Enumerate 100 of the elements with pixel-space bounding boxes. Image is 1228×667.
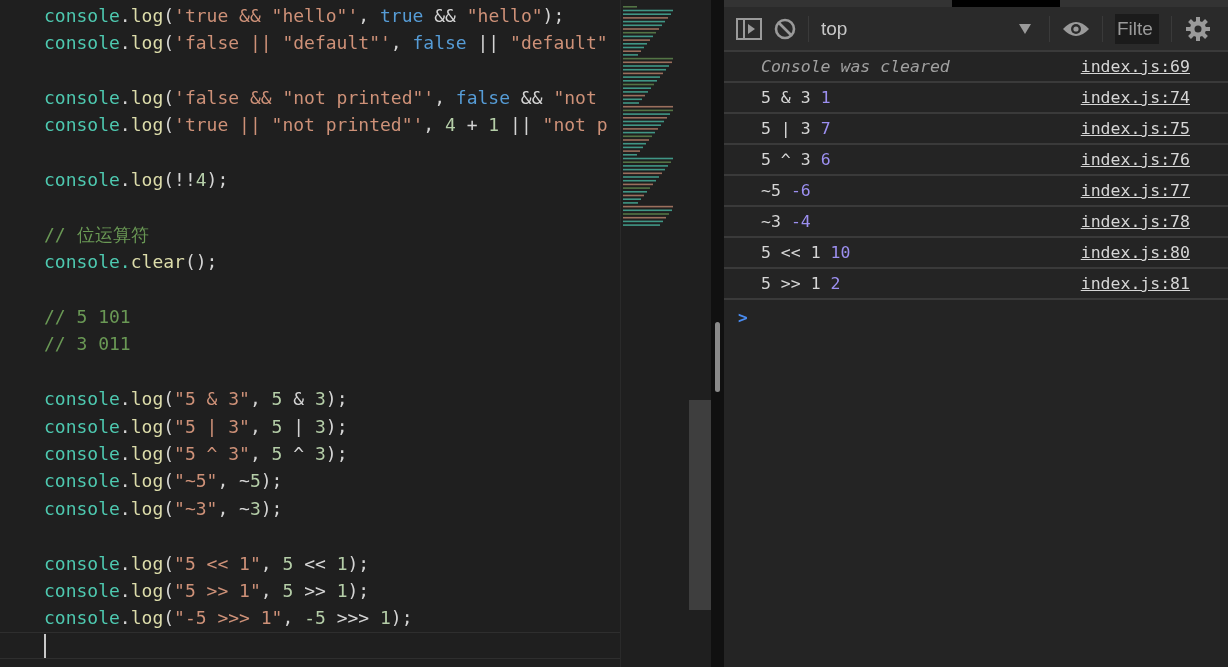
code-token: console xyxy=(44,607,120,630)
code-token: console xyxy=(44,497,120,520)
code-token: ^ xyxy=(292,442,306,465)
code-token: "not xyxy=(553,86,597,109)
code-token: // 位运算符 xyxy=(44,223,149,246)
code-token: + xyxy=(465,114,479,137)
console-value: 2 xyxy=(830,274,841,293)
code-token: log xyxy=(130,388,164,411)
code-token: console xyxy=(44,114,120,137)
eye-icon[interactable] xyxy=(1062,19,1090,38)
code-token: log xyxy=(130,415,164,438)
code-token: , ~ xyxy=(217,497,250,520)
code-token: . xyxy=(119,86,131,109)
scrollbar-thumb[interactable] xyxy=(689,400,711,610)
code-token: ( xyxy=(163,497,175,520)
console-message: Console was cleared xyxy=(761,57,950,76)
code-token: clear xyxy=(130,251,185,274)
code-token: log xyxy=(130,470,164,493)
source-link[interactable]: index.js:77 xyxy=(1080,181,1190,200)
code-token: | xyxy=(292,415,306,438)
console-message: 5 << 1 xyxy=(761,243,821,262)
code-token: . xyxy=(119,497,131,520)
code-token: , xyxy=(249,442,262,465)
filter-field[interactable]: Filte xyxy=(1115,13,1159,44)
code-token: , xyxy=(249,388,262,411)
code-token: << xyxy=(303,552,327,575)
code-token: ( xyxy=(163,4,175,27)
code-token: ( xyxy=(163,114,175,137)
code-token: ( xyxy=(163,579,175,602)
source-link[interactable]: index.js:74 xyxy=(1080,88,1190,107)
source-link[interactable]: index.js:81 xyxy=(1080,274,1190,293)
code-token: . xyxy=(119,169,131,192)
code-token: console. xyxy=(44,251,131,274)
code-token: console xyxy=(44,442,120,465)
code-token: log xyxy=(130,32,164,55)
code-token: (); xyxy=(184,251,218,274)
code-token: console xyxy=(44,579,120,602)
source-link[interactable]: index.js:76 xyxy=(1080,150,1190,169)
context-select[interactable]: top xyxy=(821,17,1037,40)
code-token: 3 xyxy=(314,415,326,438)
code-token: ); xyxy=(347,579,370,602)
console-value: 1 xyxy=(820,88,831,107)
code-token: ( xyxy=(163,442,175,465)
code-token: "~3" xyxy=(174,497,218,520)
code-token: console xyxy=(44,470,120,493)
code-token: 3 xyxy=(314,442,326,465)
code-token: ); xyxy=(390,607,413,630)
code-token: , xyxy=(249,415,262,438)
console-message: ~3 xyxy=(761,212,781,231)
code-token: "hello" xyxy=(466,4,543,27)
source-link[interactable]: index.js:78 xyxy=(1080,212,1190,231)
code-token: . xyxy=(119,114,131,137)
code-token: log xyxy=(130,86,164,109)
code-token: ( xyxy=(163,415,175,438)
code-token: log xyxy=(130,579,164,602)
code-token: console xyxy=(44,32,120,55)
code-token: 4 xyxy=(445,114,456,137)
code-token: log xyxy=(130,169,164,192)
console-message: 5 | 3 xyxy=(761,119,811,138)
code-token: 5 xyxy=(282,579,294,602)
code-token: (!! xyxy=(163,169,196,192)
source-link[interactable]: index.js:69 xyxy=(1080,57,1190,76)
code-token: console xyxy=(44,415,120,438)
clear-icon[interactable] xyxy=(774,17,796,40)
code-token: "5 | 3" xyxy=(174,415,250,438)
code-token: false xyxy=(455,86,511,109)
code-token: ( xyxy=(163,607,175,630)
console-message: 5 >> 1 xyxy=(761,274,821,293)
code-token: ); xyxy=(347,552,370,575)
console-value: 7 xyxy=(820,119,831,138)
code-token: "not p xyxy=(542,114,608,137)
console-value: 6 xyxy=(820,150,831,169)
code-token: "5 << 1" xyxy=(174,552,261,575)
code-token: ); xyxy=(325,415,348,438)
code-token: 5 xyxy=(271,442,283,465)
source-link[interactable]: index.js:75 xyxy=(1080,119,1190,138)
code-token: >> xyxy=(303,579,327,602)
code-token: . xyxy=(119,415,131,438)
code-token: . xyxy=(119,442,131,465)
code-token: log xyxy=(130,552,164,575)
splitter-handle[interactable] xyxy=(715,322,720,392)
code-token: >>> xyxy=(335,607,371,630)
code-token: // 3 011 xyxy=(44,333,131,356)
console-prompt[interactable]: > xyxy=(738,307,748,327)
dropdown-arrow-icon xyxy=(1019,23,1031,34)
code-token: || xyxy=(509,114,533,137)
code-token: "~5" xyxy=(174,470,218,493)
code-token: "default" xyxy=(510,32,608,55)
code-token: . xyxy=(119,607,131,630)
code-token: 1 xyxy=(380,607,391,630)
code-token: && xyxy=(433,4,457,27)
code-token: , xyxy=(260,552,273,575)
source-link[interactable]: index.js:80 xyxy=(1080,243,1190,262)
code-token: , xyxy=(282,607,295,630)
sidebar-toggle-icon[interactable] xyxy=(736,17,762,40)
console-value: 10 xyxy=(830,243,851,262)
code-token: true xyxy=(380,4,424,27)
code-token: ); xyxy=(325,388,348,411)
code-token: 1 xyxy=(336,579,348,602)
code-token: ( xyxy=(163,552,175,575)
